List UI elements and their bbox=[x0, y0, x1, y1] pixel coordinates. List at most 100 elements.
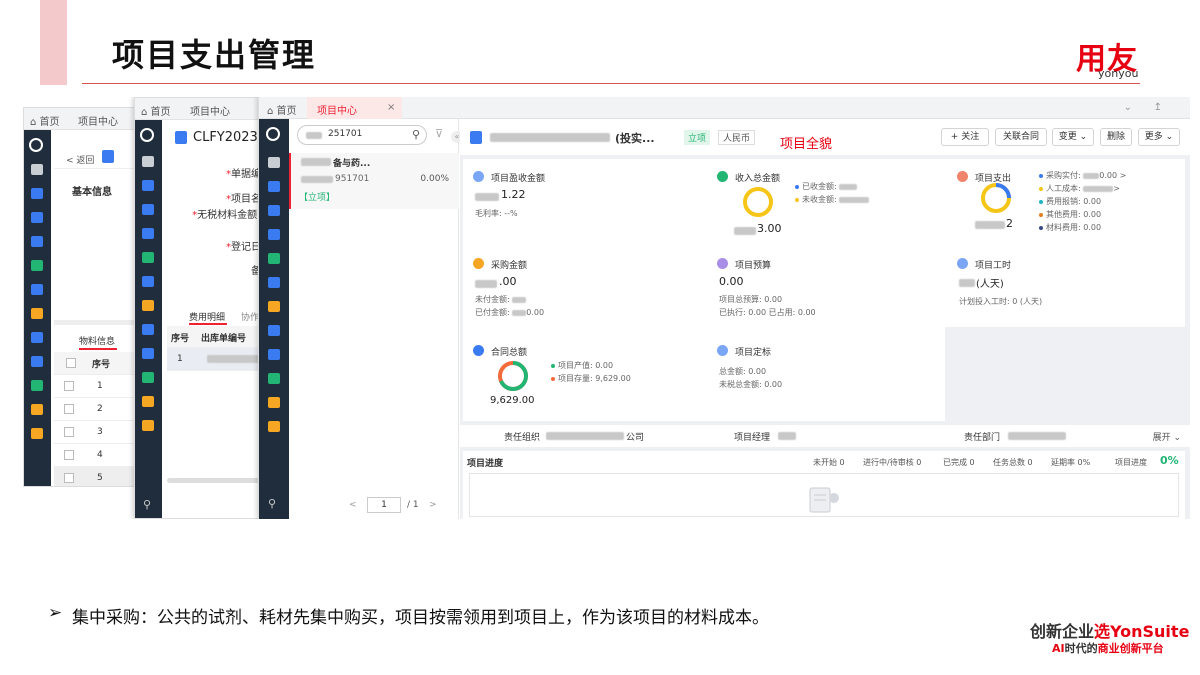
change-button[interactable]: 变更 ⌄ bbox=[1052, 128, 1094, 146]
list-item-code: 951701 bbox=[335, 174, 370, 184]
search-input[interactable]: 251701 ⚲ bbox=[297, 125, 427, 145]
star-icon[interactable] bbox=[268, 421, 280, 432]
summary-cards: 项目盈收金额 1.22 毛利率: --% 收入总金额 已收金额: 未收金额: 3… bbox=[463, 159, 1185, 421]
row-checkbox[interactable] bbox=[64, 473, 74, 483]
row-checkbox[interactable] bbox=[64, 427, 74, 437]
report-icon[interactable] bbox=[268, 325, 280, 336]
settle-icon bbox=[717, 345, 728, 356]
expand-toggle[interactable]: 展开 ⌄ bbox=[1153, 430, 1181, 443]
module2-icon[interactable] bbox=[31, 380, 43, 391]
cluster-icon[interactable] bbox=[142, 228, 154, 239]
list-item[interactable]: 备与药... 951701 0.00% 【立项】 bbox=[289, 153, 459, 209]
row-checkbox[interactable] bbox=[64, 381, 74, 391]
apps-icon[interactable] bbox=[268, 205, 280, 216]
settle-untaxed: 未税总金额: 0.00 bbox=[719, 380, 783, 389]
delete-button[interactable]: 删除 bbox=[1100, 128, 1132, 146]
field-label-date: *登记日期 bbox=[226, 242, 271, 253]
more-button[interactable]: 更多 ⌄ bbox=[1138, 128, 1180, 146]
upload-icon[interactable]: ↥ bbox=[1154, 102, 1162, 113]
user-icon[interactable] bbox=[31, 308, 43, 319]
apps-icon[interactable] bbox=[142, 204, 154, 215]
module-icon[interactable] bbox=[268, 253, 280, 264]
card-title-hours: 项目工时 bbox=[975, 261, 1012, 271]
grid-icon[interactable] bbox=[268, 181, 280, 192]
module2-icon[interactable] bbox=[142, 372, 154, 383]
currency-badge: 人民币 bbox=[718, 130, 756, 145]
people-icon[interactable] bbox=[31, 404, 43, 415]
chart-icon[interactable] bbox=[268, 349, 280, 360]
home-icon[interactable] bbox=[142, 156, 154, 167]
contract-ring bbox=[498, 361, 528, 391]
settle-total: 总金额: 0.00 bbox=[719, 367, 767, 376]
org-value: 公司 bbox=[626, 433, 645, 443]
chevron-down-icon[interactable]: ⌄ bbox=[1124, 102, 1132, 113]
contract-legend-output: 项目产值: 0.00 bbox=[551, 359, 613, 372]
expense-legend-material: 材料费用: 0.00 bbox=[1039, 221, 1101, 234]
doc-icon[interactable] bbox=[31, 284, 43, 295]
close-icon[interactable]: × bbox=[387, 102, 395, 113]
tab-expense-detail[interactable]: 费用明细 bbox=[189, 310, 225, 323]
tab-collaboration[interactable]: 协作 bbox=[241, 310, 259, 323]
search-icon[interactable] bbox=[29, 138, 43, 152]
cluster-icon[interactable] bbox=[31, 236, 43, 247]
people-icon[interactable] bbox=[142, 396, 154, 407]
info-bar: 责任组织 公司 项目经理 责任部门 展开 ⌄ bbox=[460, 425, 1190, 447]
apps-icon[interactable] bbox=[31, 212, 43, 223]
window-project-overview: ⌂ 首页 项目中心 × ⌄ ↥ ⚲ 251701 ⚲ ⊽ 备与药... 9517… bbox=[258, 97, 1190, 519]
row-checkbox[interactable] bbox=[64, 404, 74, 414]
tab-home[interactable]: ⌂ 首页 bbox=[30, 113, 60, 128]
income-legend-unreceived: 未收金额: bbox=[795, 193, 870, 206]
select-all-checkbox[interactable] bbox=[66, 358, 76, 368]
tab-home[interactable]: ⌂ 首页 bbox=[141, 103, 171, 118]
tab-home[interactable]: ⌂ 首页 bbox=[267, 102, 297, 117]
module-icon[interactable] bbox=[142, 252, 154, 263]
row-checkbox[interactable] bbox=[64, 450, 74, 460]
back-link[interactable]: < 返回 bbox=[66, 153, 94, 166]
stat-in-progress: 进行中/待审核 0 bbox=[863, 458, 922, 467]
purchase-icon bbox=[473, 258, 484, 269]
pin-icon[interactable]: ⚲ bbox=[143, 498, 151, 511]
doc-icon[interactable] bbox=[142, 276, 154, 287]
home-icon[interactable] bbox=[31, 164, 43, 175]
screenshot-collage: ⌂ 首页 项目中心 < 返回 基本信息 库存组织 仓库 部门 备注 流程名称 物… bbox=[23, 97, 1190, 519]
search-icon[interactable] bbox=[266, 127, 280, 141]
stat-done: 已完成 0 bbox=[943, 458, 975, 467]
module2-icon[interactable] bbox=[268, 373, 280, 384]
user-icon[interactable] bbox=[268, 301, 280, 312]
search-icon[interactable] bbox=[140, 128, 154, 142]
side-nav: ⚲ bbox=[259, 119, 289, 519]
filter-icon[interactable]: ⊽ bbox=[435, 127, 443, 140]
home-icon[interactable] bbox=[268, 157, 280, 168]
chart-icon[interactable] bbox=[142, 348, 154, 359]
user-icon[interactable] bbox=[142, 300, 154, 311]
pager-input[interactable]: 1 bbox=[367, 497, 401, 513]
doc-icon[interactable] bbox=[268, 277, 280, 288]
related-contract-button[interactable]: 关联合同 bbox=[995, 128, 1047, 146]
row-index: 3 bbox=[97, 427, 103, 437]
module-icon[interactable] bbox=[31, 260, 43, 271]
star-icon[interactable] bbox=[31, 428, 43, 439]
follow-button[interactable]: + 关注 bbox=[941, 128, 989, 146]
card-title-income: 收入总金额 bbox=[735, 174, 781, 184]
search-icon[interactable]: ⚲ bbox=[412, 128, 420, 141]
tab-project-center[interactable]: 项目中心 bbox=[317, 102, 357, 117]
pager-total: / 1 bbox=[407, 500, 419, 510]
report-icon[interactable] bbox=[31, 332, 43, 343]
chart-icon[interactable] bbox=[31, 356, 43, 367]
tab-project-center[interactable]: 项目中心 bbox=[190, 103, 230, 118]
pm-label: 项目经理 bbox=[734, 433, 771, 443]
star-icon[interactable] bbox=[142, 420, 154, 431]
pager-prev[interactable]: < bbox=[349, 500, 357, 510]
tab-project-center[interactable]: 项目中心 bbox=[78, 113, 118, 128]
people-icon[interactable] bbox=[268, 397, 280, 408]
grid-icon[interactable] bbox=[142, 180, 154, 191]
expense-legend-other: 其他费用: 0.00 bbox=[1039, 208, 1101, 221]
pager-next[interactable]: > bbox=[429, 500, 437, 510]
tab-material-info[interactable]: 物料信息 bbox=[79, 334, 115, 347]
cluster-icon[interactable] bbox=[268, 229, 280, 240]
income-value: 3.00 bbox=[757, 222, 782, 235]
pin-icon[interactable]: ⚲ bbox=[268, 497, 276, 510]
grid-icon[interactable] bbox=[31, 188, 43, 199]
report-icon[interactable] bbox=[142, 324, 154, 335]
project-list-panel: 251701 ⚲ ⊽ 备与药... 951701 0.00% 【立项】 < 1 … bbox=[289, 119, 459, 519]
